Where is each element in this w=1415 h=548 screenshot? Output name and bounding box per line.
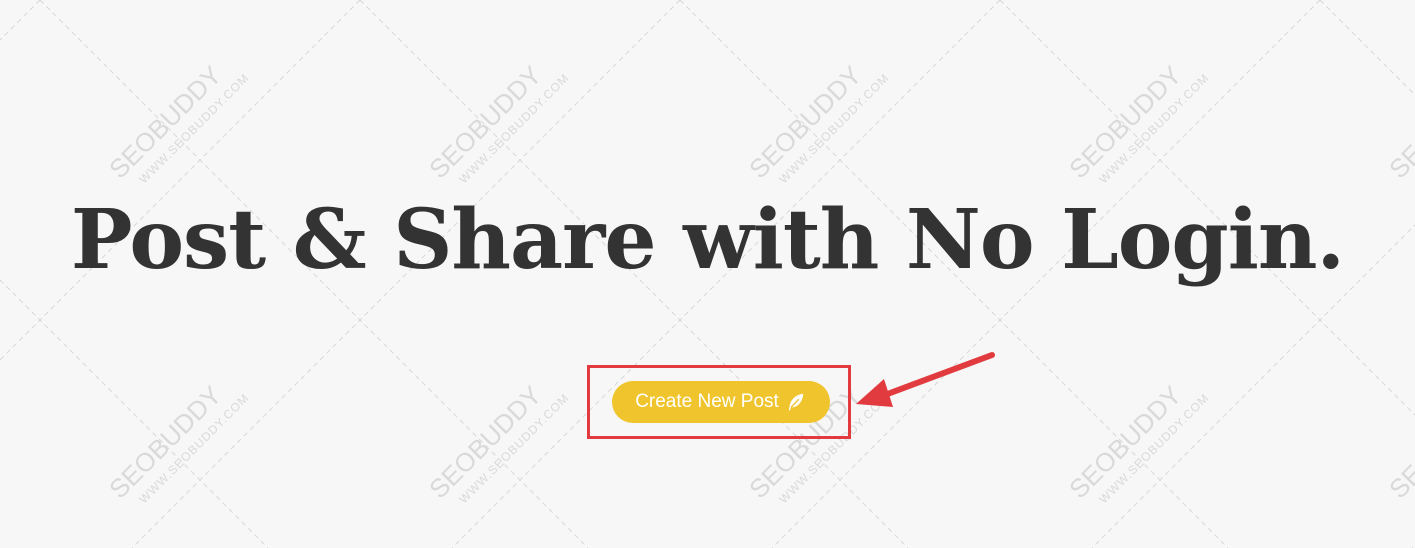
watermark-logo: SEOBUDDYWWW.SEOBUDDY.COM — [103, 380, 252, 507]
watermark-logo: SEOBUDDYWWW.SEOBUDDY.COM — [1063, 380, 1212, 507]
svg-text:WWW.SEOBUDDY.COM: WWW.SEOBUDDY.COM — [456, 71, 572, 187]
watermark-logo: SEOBUDDYWWW.SEOBUDDY.COM — [423, 60, 572, 187]
svg-text:SEOBUDDY: SEOBUDDY — [103, 380, 227, 504]
watermark-logo: SEOBUDDYWWW.SEOBUDDY.COM — [743, 60, 892, 187]
watermark-logo: SEOBUDDYWWW.SEOBUDDY.COM — [1383, 380, 1415, 504]
svg-text:SEOBUDDY: SEOBUDDY — [1063, 60, 1187, 184]
watermark-logo: SEOBUDDYWWW.SEOBUDDY.COM — [103, 60, 252, 187]
svg-text:SEOBUDDY: SEOBUDDY — [103, 60, 227, 184]
watermark-logo: SEOBUDDYWWW.SEOBUDDY.COM — [423, 380, 572, 507]
svg-text:SEOBUDDY: SEOBUDDY — [743, 60, 867, 184]
svg-text:WWW.SEOBUDDY.COM: WWW.SEOBUDDY.COM — [456, 391, 572, 507]
svg-text:WWW.SEOBUDDY.COM: WWW.SEOBUDDY.COM — [136, 71, 252, 187]
create-new-post-button[interactable]: Create New Post — [612, 381, 830, 423]
watermark-logo: SEOBUDDYWWW.SEOBUDDY.COM — [1383, 60, 1415, 184]
svg-text:WWW.SEOBUDDY.COM: WWW.SEOBUDDY.COM — [1096, 391, 1212, 507]
hero-title: Post & Share with No Login. — [70, 192, 1345, 288]
svg-text:WWW.SEOBUDDY.COM: WWW.SEOBUDDY.COM — [1096, 71, 1212, 187]
svg-text:SEOBUDDY: SEOBUDDY — [1383, 60, 1415, 184]
svg-text:SEOBUDDY: SEOBUDDY — [423, 60, 547, 184]
svg-text:SEOBUDDY: SEOBUDDY — [423, 380, 547, 504]
watermark-logo: SEOBUDDYWWW.SEOBUDDY.COM — [1063, 60, 1212, 187]
svg-text:WWW.SEOBUDDY.COM: WWW.SEOBUDDY.COM — [136, 391, 252, 507]
create-new-post-label: Create New Post — [635, 391, 779, 412]
svg-text:WWW.SEOBUDDY.COM: WWW.SEOBUDDY.COM — [776, 71, 892, 187]
feather-icon — [785, 391, 807, 413]
svg-text:SEOBUDDY: SEOBUDDY — [1383, 380, 1415, 504]
svg-text:SEOBUDDY: SEOBUDDY — [1063, 380, 1187, 504]
